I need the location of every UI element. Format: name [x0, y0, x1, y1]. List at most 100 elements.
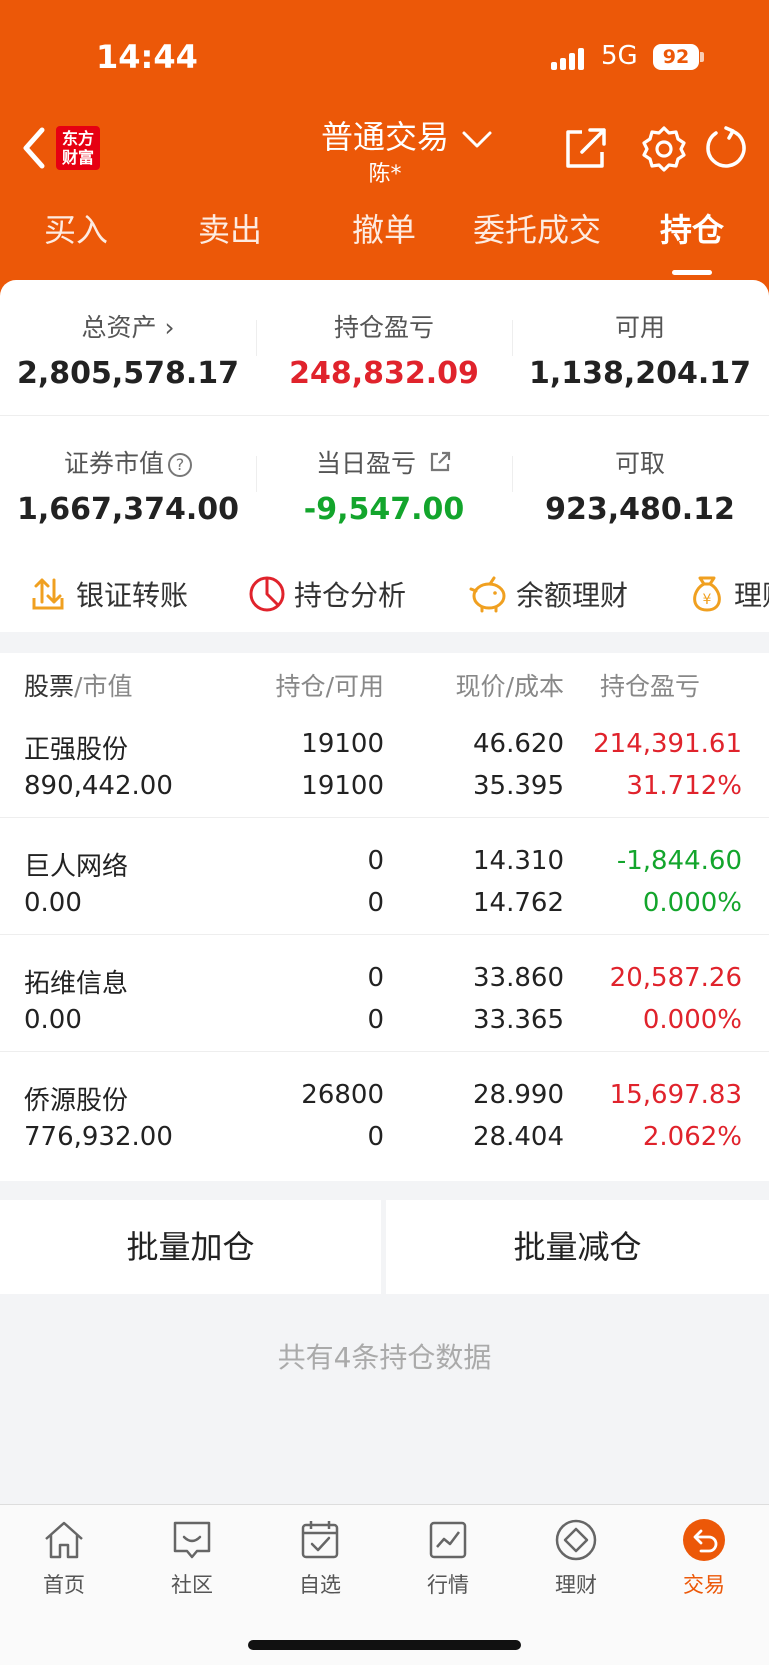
- nav-label: 行情: [427, 1573, 469, 1597]
- trade-icon: [683, 1519, 725, 1561]
- chevron-down-icon[interactable]: [460, 128, 494, 152]
- tab-cancel[interactable]: 撤单: [324, 205, 444, 251]
- withdrawable-value: 923,480.12: [545, 492, 735, 527]
- stock-market-value: 0.00: [24, 888, 82, 918]
- settings-icon[interactable]: [640, 124, 688, 172]
- piggy-bank-icon: [469, 576, 506, 613]
- status-time: 14:44: [96, 38, 198, 76]
- nav-finance[interactable]: 理财: [526, 1517, 626, 1599]
- available-funds: 可用 1,138,204.17: [512, 308, 768, 391]
- table-row[interactable]: 巨人网络 0.00 0 0 14.310 14.762 -1,844.60 0.000%: [0, 818, 769, 935]
- stock-name: 巨人网络: [24, 852, 129, 882]
- divider: [0, 415, 769, 416]
- available-qty: 0: [367, 1005, 384, 1035]
- pie-chart-icon: [249, 576, 285, 612]
- col-header-price: 现价/成本: [430, 667, 564, 703]
- total-assets-value: 2,805,578.17: [16, 356, 240, 391]
- help-icon[interactable]: ?: [168, 453, 192, 477]
- tab-sell[interactable]: 卖出: [170, 205, 290, 251]
- share-icon[interactable]: [562, 124, 610, 172]
- chevron-right-icon: ›: [156, 313, 175, 342]
- position-qty: 0: [367, 963, 384, 993]
- batch-reduce-button[interactable]: 批量减仓: [386, 1200, 769, 1294]
- available-qty: 0: [367, 1122, 384, 1152]
- shortcut-balance-finance[interactable]: 余额理财: [468, 572, 628, 616]
- position-pnl: 持仓盈亏 248,832.09: [256, 308, 512, 391]
- holding-pnl-pct: 0.000%: [642, 888, 742, 918]
- table-row[interactable]: 侨源股份 776,932.00 26800 0 28.990 28.404 15,697.8…: [0, 1052, 769, 1169]
- nav-label: 自选: [299, 1573, 341, 1597]
- col-header-stock: 股票/市值: [24, 667, 132, 703]
- tab-buy[interactable]: 买入: [16, 205, 136, 251]
- position-qty: 19100: [301, 729, 384, 759]
- tab-positions[interactable]: 持仓: [632, 205, 752, 251]
- available-label: 可用: [614, 313, 665, 342]
- stock-market-value: 890,442.00: [24, 771, 173, 801]
- nav-label: 首页: [43, 1573, 85, 1597]
- nav-community[interactable]: 社区: [142, 1517, 242, 1599]
- position-qty: 26800: [301, 1080, 384, 1110]
- withdrawable: 可取 923,480.12: [512, 444, 768, 527]
- col-header-price-sub: /成本: [505, 672, 564, 701]
- withdrawable-label: 可取: [614, 449, 665, 478]
- col-header-position: 持仓/可用: [260, 667, 384, 703]
- position-qty: 0: [367, 846, 384, 876]
- nav-label: 理财: [555, 1573, 597, 1597]
- stock-name: 侨源股份: [24, 1086, 129, 1116]
- shortcut-label: 余额理财: [516, 579, 629, 612]
- cost-price: 35.395: [473, 771, 564, 801]
- home-icon: [45, 1521, 83, 1559]
- position-pnl-label: 持仓盈亏: [333, 313, 434, 342]
- trade-tabs: 买入 卖出 撤单 委托成交 持仓: [0, 205, 769, 265]
- stock-name: 拓维信息: [24, 969, 129, 999]
- shortcut-finance[interactable]: ¥ 理财: [688, 572, 769, 616]
- stock-market-value: 0.00: [24, 1005, 82, 1035]
- daily-pnl-label: 当日盈亏: [316, 449, 417, 478]
- table-row[interactable]: 正强股份 890,442.00 19100 19100 46.620 35.395 214,…: [0, 701, 769, 818]
- money-bag-icon: ¥: [693, 576, 721, 612]
- diamond-icon: [555, 1519, 597, 1561]
- market-value-label: 证券市值: [63, 449, 164, 478]
- total-assets[interactable]: 总资产 › 2,805,578.17: [0, 308, 256, 391]
- nav-label: 交易: [683, 1573, 725, 1597]
- shortcut-label: 理财: [734, 579, 769, 612]
- home-indicator: [248, 1640, 521, 1650]
- positions-count-note: 共有4条持仓数据: [277, 1341, 492, 1374]
- total-assets-label: 总资产: [81, 313, 157, 342]
- nav-trade[interactable]: 交易: [654, 1517, 754, 1599]
- transfer-icon: [32, 578, 64, 610]
- available-value: 1,138,204.17: [528, 356, 752, 391]
- nav-watchlist[interactable]: 自选: [270, 1517, 370, 1599]
- app-logo: 东方 财富: [56, 126, 100, 170]
- stock-market-value: 776,932.00: [24, 1122, 173, 1152]
- refresh-icon[interactable]: [702, 124, 750, 172]
- available-qty: 0: [367, 888, 384, 918]
- col-header-stock-label: 股票: [24, 672, 75, 701]
- daily-pnl[interactable]: 当日盈亏 -9,547.00: [256, 444, 512, 527]
- holding-pnl-pct: 2.062%: [642, 1122, 742, 1152]
- nav-market[interactable]: 行情: [398, 1517, 498, 1599]
- table-row[interactable]: 拓维信息 0.00 0 0 33.860 33.365 20,587.26 0.000%: [0, 935, 769, 1052]
- col-header-position-label: 持仓: [275, 672, 326, 701]
- external-link-icon: [430, 451, 451, 472]
- battery-icon: [700, 52, 704, 62]
- batch-add-button[interactable]: 批量加仓: [0, 1200, 381, 1294]
- account-name: 陈*: [368, 162, 402, 187]
- col-header-price-label: 现价: [455, 672, 506, 701]
- market-chart-icon: [429, 1521, 467, 1559]
- nav-home[interactable]: 首页: [14, 1517, 114, 1599]
- back-icon[interactable]: [16, 120, 56, 176]
- watchlist-icon: [301, 1521, 339, 1559]
- market-value-value: 1,667,374.00: [16, 492, 240, 527]
- page-title[interactable]: 普通交易: [300, 112, 470, 158]
- tab-orders[interactable]: 委托成交: [462, 205, 612, 251]
- current-price: 28.990: [473, 1080, 564, 1110]
- shortcut-position-analysis[interactable]: 持仓分析: [248, 572, 406, 616]
- holding-pnl-pct: 0.000%: [642, 1005, 742, 1035]
- chat-bubble-icon: [173, 1521, 211, 1559]
- position-pnl-value: 248,832.09: [289, 356, 479, 391]
- network-type: 5G: [601, 41, 638, 71]
- cost-price: 14.762: [473, 888, 564, 918]
- shortcut-bank-transfer[interactable]: 银证转账: [28, 572, 188, 616]
- holding-pnl: 20,587.26: [609, 963, 742, 993]
